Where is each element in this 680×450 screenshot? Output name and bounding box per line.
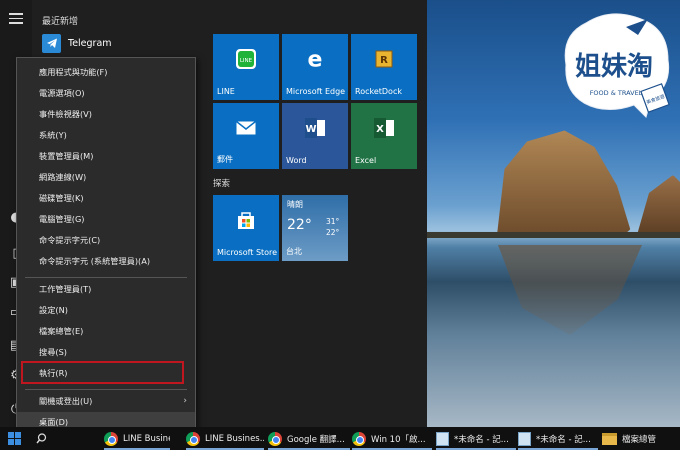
taskbar-item-label: Google 翻譯...	[287, 434, 345, 445]
svg-text:X: X	[376, 124, 384, 135]
taskbar-item-notepad-2[interactable]: *未命名 - 記...	[518, 427, 598, 450]
folder-icon	[602, 432, 617, 445]
menu-disk-management[interactable]: 磁碟管理(K)	[17, 188, 195, 209]
taskbar-item-label: *未命名 - 記...	[454, 434, 509, 445]
taskbar-item-label: *未命名 - 記...	[536, 434, 591, 445]
taskbar-item-label: 檔案總管	[622, 434, 657, 445]
chrome-icon	[352, 431, 366, 446]
rocketdock-icon: R	[375, 50, 393, 70]
menu-apps-features[interactable]: 應用程式與功能(F)	[17, 62, 195, 83]
wallpaper-shore	[427, 232, 680, 238]
tile-edge-label: Microsoft Edge	[286, 87, 346, 96]
word-icon: W	[304, 118, 326, 140]
tile-weather[interactable]: 晴朗 22° 31° 22° 台北	[282, 195, 348, 261]
tile-rocketdock[interactable]: R RocketDock	[351, 34, 417, 100]
app-telegram[interactable]: Telegram	[42, 33, 112, 53]
menu-network-connections[interactable]: 網路連線(W)	[17, 167, 195, 188]
svg-text:R: R	[380, 55, 388, 66]
search-icon[interactable]	[36, 427, 52, 450]
taskbar-item-line-1[interactable]: LINE Business...	[104, 427, 170, 450]
weather-temp: 22°	[287, 217, 312, 233]
tile-excel-label: Excel	[355, 156, 377, 165]
taskbar-item-win10[interactable]: Win 10「啟...	[352, 427, 432, 450]
menu-shutdown-signout[interactable]: 關機或登出(U) ›	[17, 391, 195, 412]
menu-file-explorer[interactable]: 檔案總管(E)	[17, 321, 195, 342]
weather-city: 台北	[286, 247, 302, 256]
tile-rocketdock-label: RocketDock	[355, 87, 402, 96]
watermark-brand: 姐妹淘	[575, 52, 653, 82]
taskbar-item-line-2[interactable]: LINE Busines...	[186, 427, 264, 450]
chrome-icon	[186, 431, 200, 446]
menu-computer-management[interactable]: 電腦管理(G)	[17, 209, 195, 230]
menu-search[interactable]: 搜尋(S)	[17, 342, 195, 363]
menu-shutdown-signout-label: 關機或登出(U)	[39, 396, 93, 406]
chevron-right-icon: ›	[183, 396, 187, 406]
taskbar: LINE Business... LINE Busines... Google …	[0, 427, 680, 450]
menu-event-viewer[interactable]: 事件檢視器(V)	[17, 104, 195, 125]
weather-condition: 晴朗	[287, 200, 303, 209]
chrome-icon	[104, 431, 118, 446]
taskbar-item-google-translate[interactable]: Google 翻譯...	[268, 427, 350, 450]
menu-run[interactable]: 執行(R)	[17, 363, 195, 384]
menu-power-options[interactable]: 電源選項(O)	[17, 83, 195, 104]
tile-mail[interactable]: 郵件	[213, 103, 279, 169]
mail-icon	[236, 121, 256, 137]
notepad-icon	[518, 431, 531, 446]
watermark-logo: 姐妹淘 FOOD & TRAVEL 美食旅遊	[564, 13, 670, 118]
power-user-menu: 應用程式與功能(F) 電源選項(O) 事件檢視器(V) 系統(Y) 裝置管理員(…	[16, 57, 196, 433]
watermark-tagline: FOOD & TRAVEL	[590, 89, 643, 97]
line-icon: LINE	[235, 48, 257, 72]
tile-microsoft-store-label: Microsoft Store	[217, 248, 278, 257]
menu-separator	[25, 277, 187, 278]
taskbar-item-label: LINE Business...	[123, 433, 170, 444]
tile-mail-label: 郵件	[217, 155, 233, 164]
menu-command-prompt[interactable]: 命令提示字元(C)	[17, 230, 195, 251]
wallpaper-reflection	[498, 245, 642, 335]
tile-line-label: LINE	[217, 87, 235, 96]
hamburger-icon[interactable]	[9, 13, 23, 25]
weather-high: 31°	[326, 217, 340, 226]
edge-icon: e	[307, 47, 323, 73]
svg-text:LINE: LINE	[240, 58, 253, 64]
wallpaper-rock-small	[637, 175, 680, 235]
telegram-icon	[42, 33, 61, 53]
tile-excel[interactable]: X Excel	[351, 103, 417, 169]
menu-separator	[25, 389, 187, 390]
notepad-icon	[436, 431, 449, 446]
section-explore: 探索	[213, 179, 231, 189]
taskbar-item-file-explorer[interactable]: 檔案總管	[602, 427, 678, 450]
wallpaper-rock	[497, 130, 632, 235]
svg-text:W: W	[305, 124, 316, 135]
app-telegram-label: Telegram	[68, 37, 112, 49]
chrome-icon	[268, 431, 282, 446]
store-icon	[236, 210, 256, 232]
recent-header: 最近新增	[42, 17, 79, 27]
windows-start-icon[interactable]	[8, 432, 21, 445]
menu-system[interactable]: 系統(Y)	[17, 125, 195, 146]
tile-microsoft-store[interactable]: Microsoft Store	[213, 195, 279, 261]
tile-word-label: Word	[286, 156, 307, 165]
tile-line[interactable]: LINE LINE	[213, 34, 279, 100]
tile-word[interactable]: W Word	[282, 103, 348, 169]
taskbar-item-label: Win 10「啟...	[371, 434, 426, 445]
weather-low: 22°	[326, 228, 340, 237]
excel-icon: X	[373, 118, 395, 140]
menu-task-manager[interactable]: 工作管理員(T)	[17, 279, 195, 300]
menu-command-prompt-admin[interactable]: 命令提示字元 (系統管理員)(A)	[17, 251, 195, 272]
taskbar-item-label: LINE Busines...	[205, 433, 264, 444]
taskbar-item-notepad-1[interactable]: *未命名 - 記...	[436, 427, 516, 450]
tile-edge[interactable]: e Microsoft Edge	[282, 34, 348, 100]
menu-settings[interactable]: 設定(N)	[17, 300, 195, 321]
menu-device-manager[interactable]: 裝置管理員(M)	[17, 146, 195, 167]
